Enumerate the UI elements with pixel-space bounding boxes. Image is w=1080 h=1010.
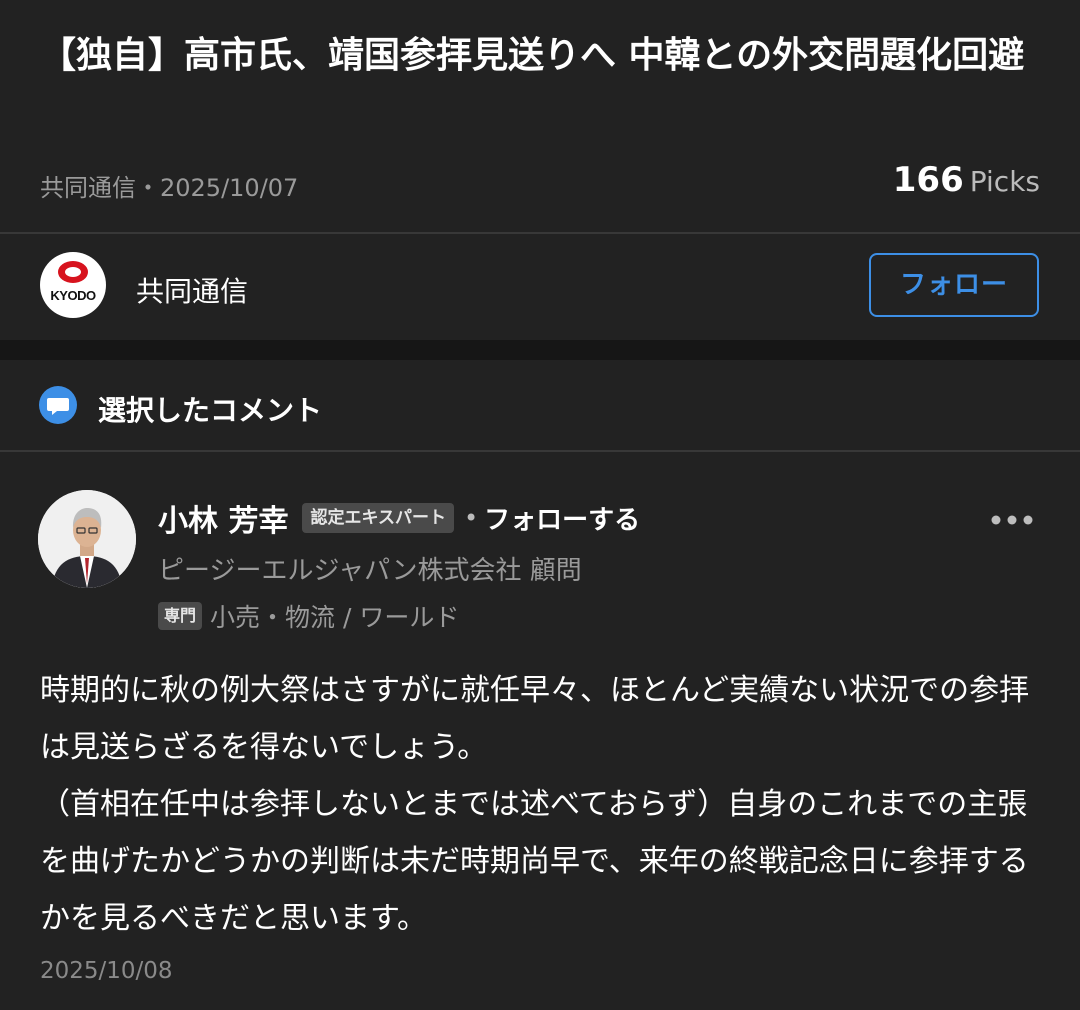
publisher-logo[interactable]: KYODO — [40, 252, 106, 318]
comment-item: 小林 芳幸 認定エキスパート • フォローする ピージーエルジャパン株式会社 顧問 専… — [0, 452, 1080, 1010]
speech-bubble-icon — [39, 386, 77, 424]
article-header: 【独自】高市氏、靖国参拝見送りへ 中韓との外交問題化回避 共同通信・2025/1… — [0, 0, 1080, 232]
separator-dot: • — [463, 504, 479, 532]
comment-body: 時期的に秋の例大祭はさすがに就任早々、ほとんど実績ない状況での参拝は見送らざるを… — [40, 673, 1030, 936]
picks-counter[interactable]: 166 Picks — [893, 160, 1040, 200]
article-source-date: 共同通信・2025/10/07 — [40, 174, 299, 202]
avatar-image — [38, 490, 136, 588]
publisher-logo-text: KYODO — [50, 288, 96, 303]
author-name[interactable]: 小林 芳幸 — [158, 504, 288, 539]
selected-comments-header: 選択したコメント — [0, 360, 1080, 450]
specialty-tag: 専門 — [158, 602, 203, 630]
picks-count: 166 — [892, 160, 964, 200]
more-horizontal-icon[interactable] — [988, 512, 1036, 528]
comment-date: 2025/10/08 — [40, 958, 173, 984]
article-title[interactable]: 【独自】高市氏、靖国参拝見送りへ 中韓との外交問題化回避 — [40, 28, 1040, 84]
kyodo-logo-mark-icon — [58, 261, 88, 283]
specialty-text: 小売・物流 / ワールド — [210, 603, 460, 632]
picks-label: Picks — [969, 165, 1040, 198]
follow-author-link[interactable]: フォローする — [484, 506, 640, 536]
author-company: ピージーエルジャパン株式会社 顧問 — [158, 556, 582, 586]
selected-comments-title: 選択したコメント — [98, 394, 323, 427]
publisher-row: KYODO 共同通信 フォロー — [0, 234, 1080, 340]
avatar[interactable] — [38, 490, 136, 588]
author-line: 小林 芳幸 認定エキスパート • フォローする — [158, 496, 640, 539]
follow-publisher-button[interactable]: フォロー — [869, 253, 1039, 317]
section-separator — [0, 340, 1080, 360]
specialty-line: 専門 小売・物流 / ワールド — [158, 598, 459, 634]
publisher-name[interactable]: 共同通信 — [136, 270, 248, 310]
article-meta: 共同通信・2025/10/07 166 Picks — [40, 160, 1040, 204]
expert-badge: 認定エキスパート — [302, 503, 454, 533]
